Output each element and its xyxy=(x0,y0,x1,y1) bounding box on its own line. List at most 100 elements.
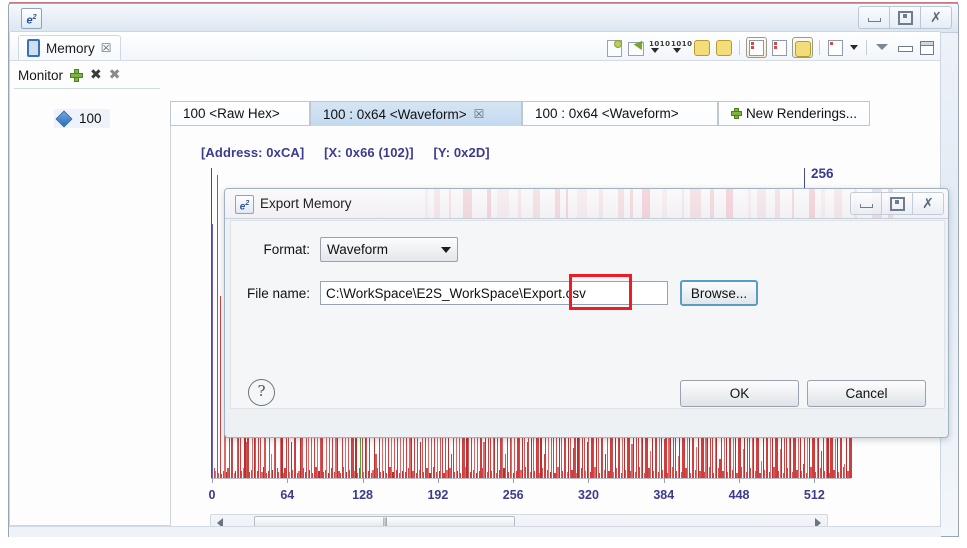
monitor-item-label: 100 xyxy=(79,111,102,126)
puzzle-run-icon[interactable] xyxy=(714,38,733,57)
rendering-tab-label: 100 : 0x64 <Waveform> xyxy=(323,106,467,122)
glass-bar xyxy=(809,189,815,218)
glass-bar xyxy=(662,189,667,218)
x-tick-mark xyxy=(287,478,289,483)
format-row: Format: Waveform xyxy=(244,237,458,262)
remove-monitor-icon[interactable]: ✖ xyxy=(90,68,102,82)
glass-bar xyxy=(630,189,633,218)
glass-bar xyxy=(487,189,491,218)
rendering-tabs: 100 <Raw Hex> 100 : 0x64 <Waveform> ☒ 100 :… xyxy=(170,101,940,126)
dialog-close-button[interactable]: ✗ xyxy=(913,192,944,215)
glass-bar xyxy=(682,189,684,218)
x-tick-label: 192 xyxy=(427,488,449,502)
screen: e2 ✗ Memory ☒ 1010 1010 Monitor ✖ ✖ 100 … xyxy=(0,0,967,548)
rendering-tab-label: 100 : 0x64 <Waveform> xyxy=(535,106,679,121)
x-tick-label: 0 xyxy=(208,488,216,502)
close-button[interactable]: ✗ xyxy=(921,6,952,29)
file-name-label: File name: xyxy=(246,285,310,301)
view-tabbar: Memory ☒ 1010 1010 xyxy=(10,32,940,61)
toolbar-separator-2 xyxy=(819,39,820,55)
main-window-titlebar[interactable]: e2 ✗ xyxy=(9,2,958,33)
glass-bar xyxy=(775,189,780,218)
export-memory-dialog: e2 Export Memory ✗ Format: Waveform File… xyxy=(224,188,949,438)
minimize-view-icon[interactable] xyxy=(895,38,914,57)
address-readout: [Address: 0xCA] xyxy=(201,145,305,160)
binary-down-icon[interactable]: 1010 xyxy=(648,38,670,57)
monitor-header: Monitor ✖ ✖ xyxy=(18,65,120,85)
add-monitor-icon[interactable] xyxy=(70,68,84,82)
glass-bar xyxy=(710,189,714,218)
memory-block-icon xyxy=(55,110,73,127)
glass-bar xyxy=(425,189,428,218)
x-tick-mark xyxy=(437,478,439,483)
close-icon[interactable]: ☒ xyxy=(474,107,485,121)
x-tick-label: 256 xyxy=(502,488,524,502)
glass-bar xyxy=(792,189,794,218)
ok-button[interactable]: OK xyxy=(680,380,799,407)
glass-bar xyxy=(834,189,842,218)
dialog-titlebar[interactable]: e2 Export Memory ✗ xyxy=(225,189,948,219)
new-memory-icon[interactable] xyxy=(604,38,623,57)
x-tick-mark xyxy=(739,478,741,483)
rendering-tab-2[interactable]: 100 : 0x64 <Waveform> xyxy=(522,101,718,126)
format-dropdown[interactable]: Waveform xyxy=(320,237,458,262)
add-rendering-icon xyxy=(731,108,742,119)
glass-bar xyxy=(726,189,733,218)
remove-all-monitors-icon[interactable]: ✖ xyxy=(109,68,121,82)
dialog-window-controls: ✗ xyxy=(850,192,944,215)
rendering-tab-label: 100 <Raw Hex> xyxy=(183,106,280,121)
view-menu-arrow[interactable] xyxy=(848,38,860,57)
tab-memory[interactable]: Memory ☒ xyxy=(18,35,121,60)
format-value: Waveform xyxy=(327,242,389,257)
table-icon[interactable] xyxy=(770,38,789,57)
glass-bar xyxy=(566,189,568,218)
glass-bar xyxy=(533,189,540,218)
waveform-bar xyxy=(212,223,214,478)
x-tick-label: 128 xyxy=(352,488,374,502)
minimize-button[interactable] xyxy=(858,6,890,29)
maximize-view-icon[interactable] xyxy=(917,38,936,57)
glass-bar xyxy=(463,189,472,218)
cancel-button[interactable]: Cancel xyxy=(807,380,926,407)
help-icon[interactable]: ? xyxy=(248,379,275,406)
browse-button[interactable]: Browse... xyxy=(680,280,758,306)
x-tick-label: 64 xyxy=(280,488,295,502)
x-tick-mark xyxy=(663,478,665,483)
glass-bar xyxy=(434,189,440,218)
import-icon[interactable] xyxy=(626,38,645,57)
x-tick-mark xyxy=(362,478,364,483)
maximize-button[interactable] xyxy=(890,6,921,29)
split-pane-icon[interactable] xyxy=(746,36,767,58)
puzzle-icon[interactable] xyxy=(692,38,711,57)
coordinate-readout: [Address: 0xCA] [X: 0x66 (102)] [Y: 0x2D… xyxy=(201,145,506,160)
glass-bar xyxy=(555,189,560,218)
rendering-tab-3[interactable]: New Renderings... xyxy=(718,101,870,126)
glass-bar xyxy=(748,189,751,218)
glass-bar xyxy=(757,189,766,218)
view-toolbar: 1010 1010 xyxy=(604,35,936,59)
glass-bar xyxy=(449,189,451,218)
dialog-title: Export Memory xyxy=(260,196,352,211)
glass-bar xyxy=(497,189,509,218)
x-tick-label: 384 xyxy=(653,488,675,502)
close-icon[interactable]: ☒ xyxy=(101,41,112,55)
dialog-maximize-button[interactable] xyxy=(882,192,913,215)
monitor-divider xyxy=(14,88,160,89)
memory-icon xyxy=(27,39,40,57)
glass-bar xyxy=(642,189,650,218)
memory-monitor-icon[interactable] xyxy=(826,38,845,57)
rendering-icon[interactable] xyxy=(792,36,813,58)
view-bottom-strip xyxy=(9,526,941,537)
rendering-tab-1[interactable]: 100 : 0x64 <Waveform> ☒ xyxy=(310,101,522,126)
rendering-tab-0[interactable]: 100 <Raw Hex> xyxy=(170,101,310,126)
glass-bar xyxy=(599,189,603,218)
binary-up-icon[interactable]: 1010 xyxy=(670,38,692,57)
dialog-minimize-button[interactable] xyxy=(850,192,882,215)
y-readout: [Y: 0x2D] xyxy=(433,145,490,160)
x-tick-label: 320 xyxy=(578,488,599,502)
monitor-item-100[interactable]: 100 xyxy=(54,109,110,128)
glass-bar xyxy=(690,189,701,218)
glass-bar xyxy=(518,189,521,218)
x-tick-mark xyxy=(814,478,816,483)
view-menu-icon[interactable] xyxy=(873,38,892,57)
